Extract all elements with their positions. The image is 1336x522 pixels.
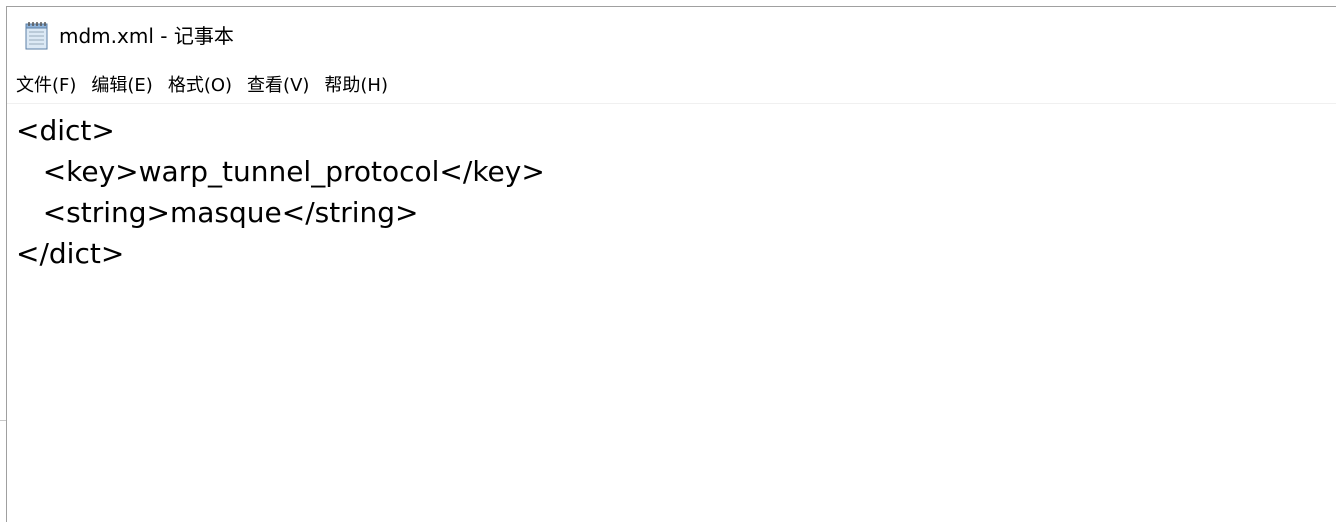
- window-title: mdm.xml - 记事本: [59, 24, 234, 48]
- title-bar[interactable]: mdm.xml - 记事本: [7, 7, 1336, 65]
- menu-format[interactable]: 格式(O): [159, 71, 238, 101]
- menu-bar: 文件(F) 编辑(E) 格式(O) 查看(V) 帮助(H): [7, 69, 1336, 104]
- menu-view[interactable]: 查看(V): [238, 71, 315, 101]
- editor-line: <string>masque</string>: [16, 196, 419, 229]
- menu-edit[interactable]: 编辑(E): [82, 71, 158, 101]
- editor-line: <dict>: [16, 114, 115, 147]
- menu-help[interactable]: 帮助(H): [315, 71, 394, 101]
- menu-file[interactable]: 文件(F): [7, 71, 82, 101]
- editor-content[interactable]: <dict> <key>warp_tunnel_protocol</key> <…: [16, 110, 545, 274]
- notepad-window: mdm.xml - 记事本 文件(F) 编辑(E) 格式(O) 查看(V) 帮助…: [6, 6, 1336, 522]
- notepad-icon: [25, 22, 48, 50]
- text-editor[interactable]: <dict> <key>warp_tunnel_protocol</key> <…: [7, 104, 1336, 522]
- editor-line: <key>warp_tunnel_protocol</key>: [16, 155, 545, 188]
- editor-line: </dict>: [16, 237, 125, 270]
